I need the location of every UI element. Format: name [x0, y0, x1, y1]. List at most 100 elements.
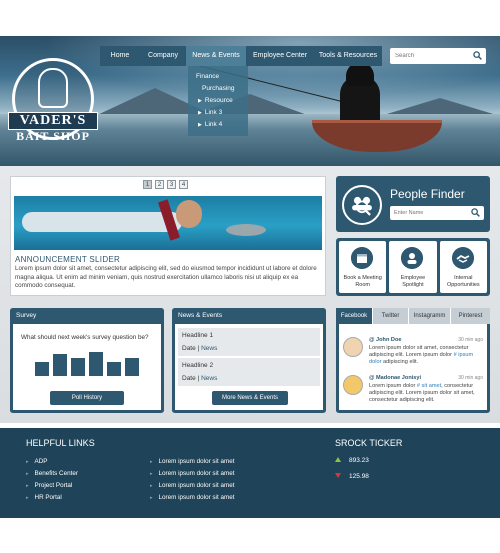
post-text-body: adipiscing elit. [381, 359, 419, 365]
footer-link[interactable]: ▸ Lorem ipsum dolor sit amet [150, 482, 234, 489]
main-nav: Home Company News & Events Employee Cent… [100, 46, 382, 66]
footer-link[interactable]: ▸ Project Portal [26, 482, 72, 489]
bullet-icon: ▸ [26, 471, 29, 477]
slide-swimmer-body [22, 212, 182, 232]
dropdown-item-finance[interactable]: Finance [196, 73, 219, 80]
post-text: Lorem ipsum dolor # sit amet, consectetu… [369, 383, 481, 404]
logo-text-line1: VADER'S [8, 112, 98, 130]
survey-bar [125, 358, 139, 376]
news-link[interactable]: News [201, 345, 217, 352]
quick-link-employee-spotlight[interactable]: Employee Spotlight [389, 241, 437, 293]
survey-bar [107, 362, 121, 376]
tab-instagram[interactable]: Instagramm [409, 308, 451, 324]
footer-link-label: Lorem ipsum dolor sit amet [158, 470, 235, 477]
news-date: Date [182, 375, 196, 382]
page: VADER'S BAIT SHOP Home Company News & Ev… [0, 0, 500, 553]
footer-link-label: Lorem ipsum dolor sit amet [158, 458, 235, 465]
search-icon[interactable] [471, 208, 480, 217]
logo[interactable]: VADER'S BAIT SHOP [8, 58, 98, 148]
dropdown-item-link4[interactable]: ▶ Link 4 [198, 121, 222, 128]
poll-history-button[interactable]: Poll History [50, 391, 124, 405]
nav-item-home[interactable]: Home [100, 46, 140, 66]
person-icon [401, 247, 424, 269]
post-user[interactable]: @ Madonae Jonisyi [369, 375, 421, 381]
nav-item-tools-resources[interactable]: Tools & Resources [314, 46, 382, 66]
handshake-icon [451, 247, 474, 269]
post-text-body: Lorem ipsum dolor [369, 383, 417, 389]
bullet-icon: ▸ [26, 483, 29, 489]
more-news-button[interactable]: More News & Events [212, 391, 288, 405]
stock-ticker-title: SROCK TICKER [335, 438, 403, 448]
slider-page-1[interactable]: 1 [143, 180, 152, 189]
avatar[interactable] [343, 375, 363, 395]
news-meta: Date | News [182, 345, 217, 352]
chevron-right-icon: ▶ [198, 98, 202, 104]
quick-link-label: Book a Meeting Room [343, 275, 382, 288]
quick-link-book-room[interactable]: Book a Meeting Room [339, 241, 387, 293]
search-input[interactable] [390, 48, 470, 64]
nav-item-company[interactable]: Company [140, 46, 186, 66]
helpful-links-title: HELPFUL LINKS [26, 438, 95, 448]
quick-links: Book a Meeting Room Employee Spotlight I… [336, 238, 490, 296]
people-finder-title: People Finder [390, 187, 465, 201]
dropdown-item-resource[interactable]: ▶ Resource [198, 97, 233, 104]
footer-link[interactable]: ▸ Lorem ipsum dolor sit amet [150, 458, 234, 465]
site-search [390, 48, 486, 64]
bullet-icon: ▸ [150, 495, 153, 501]
quick-link-internal-opportunities[interactable]: Internal Opportunities [439, 241, 487, 293]
post-text: Lorem ipsum dolor sit amet, consectetur … [369, 345, 481, 366]
nav-item-employee-center[interactable]: Employee Center [246, 46, 314, 66]
social-post: @ John Doe 30 min ago Lorem ipsum dolor … [343, 337, 483, 369]
people-search-icon [342, 185, 382, 225]
survey-bar [71, 358, 85, 376]
dropdown-item-label: Link 3 [204, 109, 223, 116]
tab-facebook[interactable]: Facebook [336, 308, 373, 324]
slider-page-2[interactable]: 2 [155, 180, 164, 189]
ticker-row: 125.98 [335, 473, 369, 480]
social-post: @ Madonae Jonisyi 30 min ago Lorem ipsum… [343, 375, 483, 407]
footer-link-label: Lorem ipsum dolor sit amet [158, 494, 235, 501]
footer-link-label: ADP [34, 458, 48, 465]
footer-link[interactable]: ▸ ADP [26, 458, 47, 465]
avatar[interactable] [343, 337, 363, 357]
news-meta: Date | News [182, 375, 217, 382]
survey-question: What should next week's survey question … [21, 334, 149, 341]
news-headline[interactable]: Headline 1 [182, 332, 213, 339]
arrow-up-icon [335, 457, 341, 462]
news-item[interactable]: Headline 1 Date | News [178, 328, 320, 356]
post-time: 30 min ago [458, 375, 483, 381]
dropdown-item-purchasing[interactable]: Purchasing [202, 85, 235, 92]
dropdown-item-label: Link 4 [204, 121, 223, 128]
slider-page-3[interactable]: 3 [167, 180, 176, 189]
footer-link[interactable]: ▸ Lorem ipsum dolor sit amet [150, 494, 234, 501]
dropdown-item-link3[interactable]: ▶ Link 3 [198, 109, 222, 116]
news-header: News & Events [172, 308, 326, 324]
news-headline[interactable]: Headline 2 [182, 362, 213, 369]
people-finder-input[interactable] [390, 206, 468, 220]
tab-pinterest[interactable]: Pinterest [451, 308, 490, 324]
slide-fish [226, 224, 266, 236]
footer-link-label: Lorem ipsum dolor sit amet [158, 482, 235, 489]
survey-panel: Survey What should next week's survey qu… [10, 308, 164, 413]
nav-item-news-events[interactable]: News & Events [186, 46, 246, 66]
survey-header: Survey [10, 308, 164, 324]
survey-bar [89, 352, 103, 376]
announcement-slide-image[interactable] [14, 196, 322, 250]
slide-head [176, 200, 202, 228]
post-user[interactable]: @ John Doe [369, 337, 402, 343]
ticker-value: 125.98 [349, 473, 369, 480]
announcement-text: Lorem ipsum dolor sit amet, consectetur … [15, 265, 317, 289]
ticker-row: 893.23 [335, 457, 369, 464]
tab-twitter[interactable]: Twitter [373, 308, 409, 324]
people-finder: People Finder [336, 176, 490, 232]
search-icon[interactable] [473, 51, 482, 60]
footer-link[interactable]: ▸ Benefits Center [26, 470, 78, 477]
footer-link[interactable]: ▸ Lorem ipsum dolor sit amet [150, 470, 234, 477]
news-item[interactable]: Headline 2 Date | News [178, 358, 320, 386]
footer-link-label: Benefits Center [34, 470, 78, 477]
post-link[interactable]: # sit amet [417, 383, 441, 389]
news-separator: | [197, 345, 200, 352]
slider-page-4[interactable]: 4 [179, 180, 188, 189]
footer-link[interactable]: ▸ HR Portal [26, 494, 62, 501]
news-link[interactable]: News [201, 375, 217, 382]
